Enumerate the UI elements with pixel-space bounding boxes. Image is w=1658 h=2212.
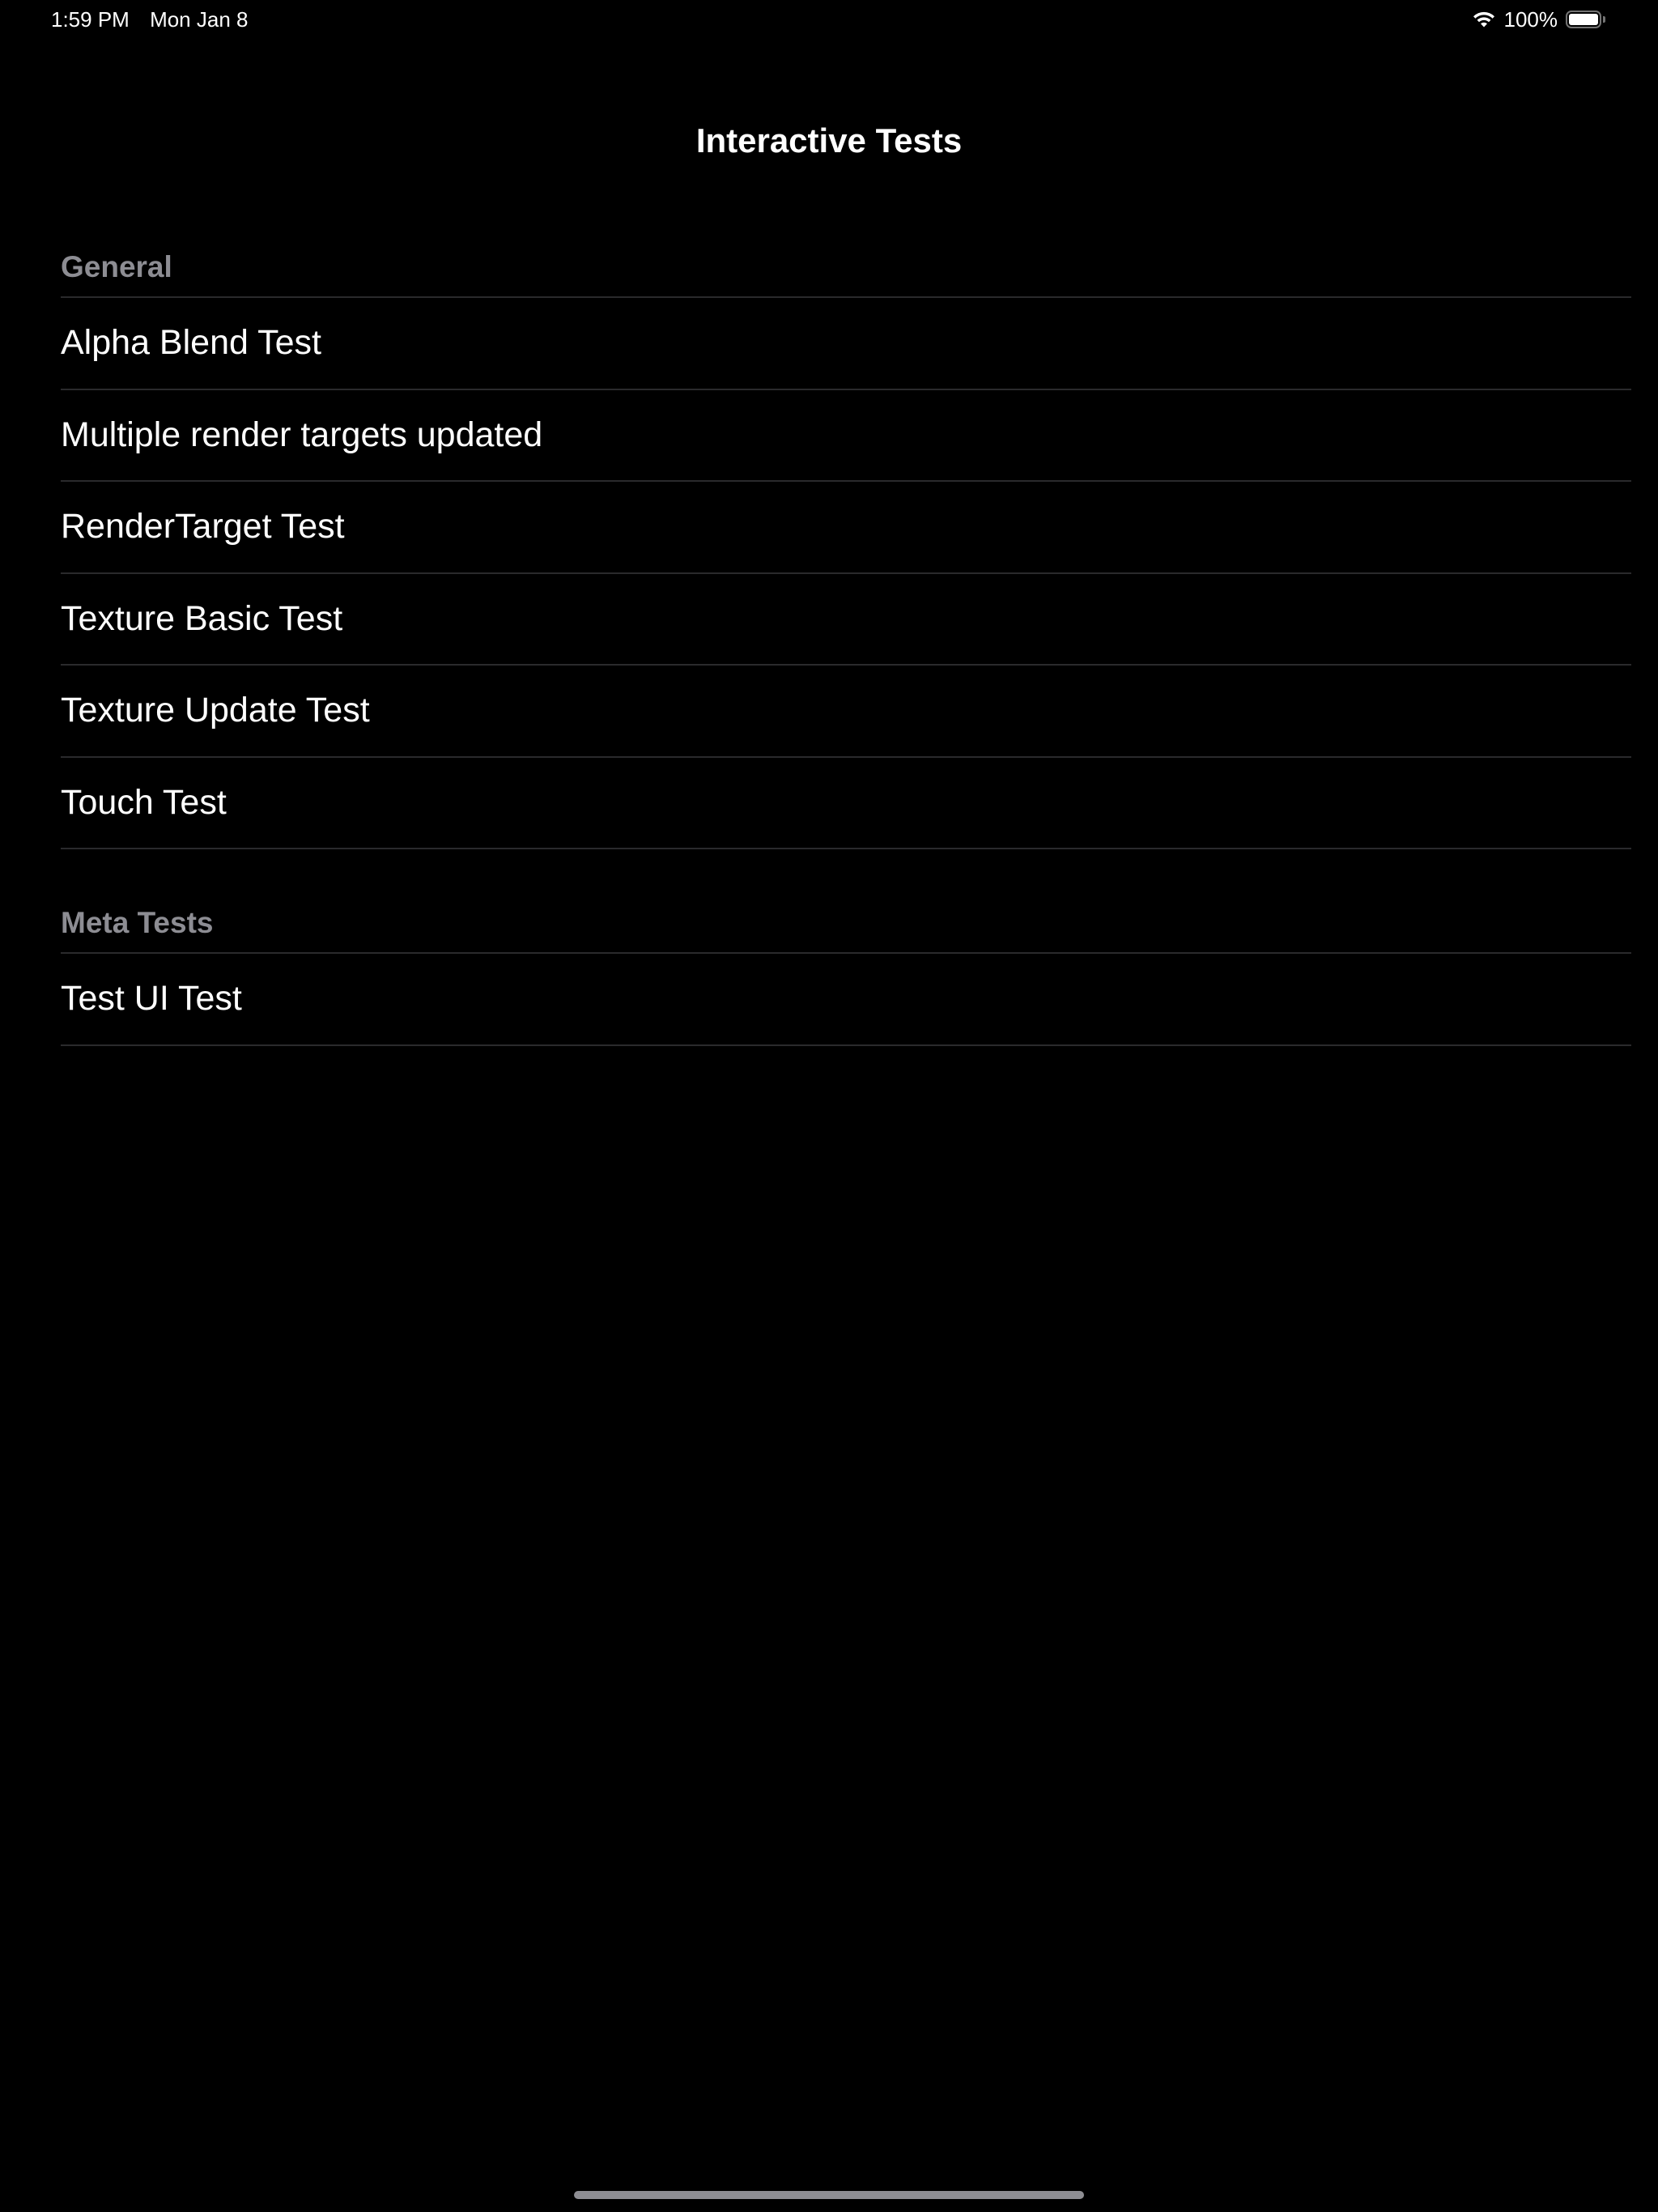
- list-item-label: Multiple render targets updated: [61, 415, 543, 454]
- list-item-label: Alpha Blend Test: [61, 323, 321, 363]
- list-item-label: Touch Test: [61, 782, 227, 822]
- section-header-meta-tests: Meta Tests: [61, 895, 1631, 954]
- list-item-touch-test[interactable]: Touch Test: [61, 758, 1631, 849]
- list-item-alpha-blend-test[interactable]: Alpha Blend Test: [61, 298, 1631, 390]
- status-left: 1:59 PM Mon Jan 8: [51, 6, 248, 32]
- list-item-test-ui-test[interactable]: Test UI Test: [61, 954, 1631, 1046]
- section-header-general: General: [61, 240, 1631, 298]
- list-item-texture-update-test[interactable]: Texture Update Test: [61, 666, 1631, 758]
- status-time: 1:59 PM: [51, 7, 130, 32]
- status-right: 100%: [1472, 6, 1607, 32]
- screen: 1:59 PM Mon Jan 8 100% Interactive Tests…: [0, 0, 1658, 2212]
- page-title: Interactive Tests: [695, 121, 963, 160]
- status-bar: 1:59 PM Mon Jan 8 100%: [0, 0, 1658, 39]
- battery-icon: [1566, 10, 1606, 29]
- battery-percent: 100%: [1503, 6, 1558, 32]
- list-item-multiple-render-targets[interactable]: Multiple render targets updated: [61, 390, 1631, 482]
- wifi-icon: [1472, 11, 1496, 28]
- home-indicator[interactable]: [574, 2191, 1084, 2199]
- list-item-texture-basic-test[interactable]: Texture Basic Test: [61, 574, 1631, 666]
- list-item-rendertarget-test[interactable]: RenderTarget Test: [61, 482, 1631, 574]
- battery-cap: [1603, 16, 1605, 23]
- list-item-label: RenderTarget Test: [61, 507, 345, 547]
- section-meta-tests: Meta Tests Test UI Test: [61, 895, 1631, 1046]
- section-general: General Alpha Blend Test Multiple render…: [61, 240, 1631, 849]
- battery-level: [1569, 14, 1598, 25]
- battery-body: [1566, 11, 1601, 28]
- status-date: Mon Jan 8: [150, 7, 249, 32]
- list-item-label: Test UI Test: [61, 979, 242, 1019]
- list-item-label: Texture Basic Test: [61, 598, 343, 638]
- list-item-label: Texture Update Test: [61, 691, 370, 730]
